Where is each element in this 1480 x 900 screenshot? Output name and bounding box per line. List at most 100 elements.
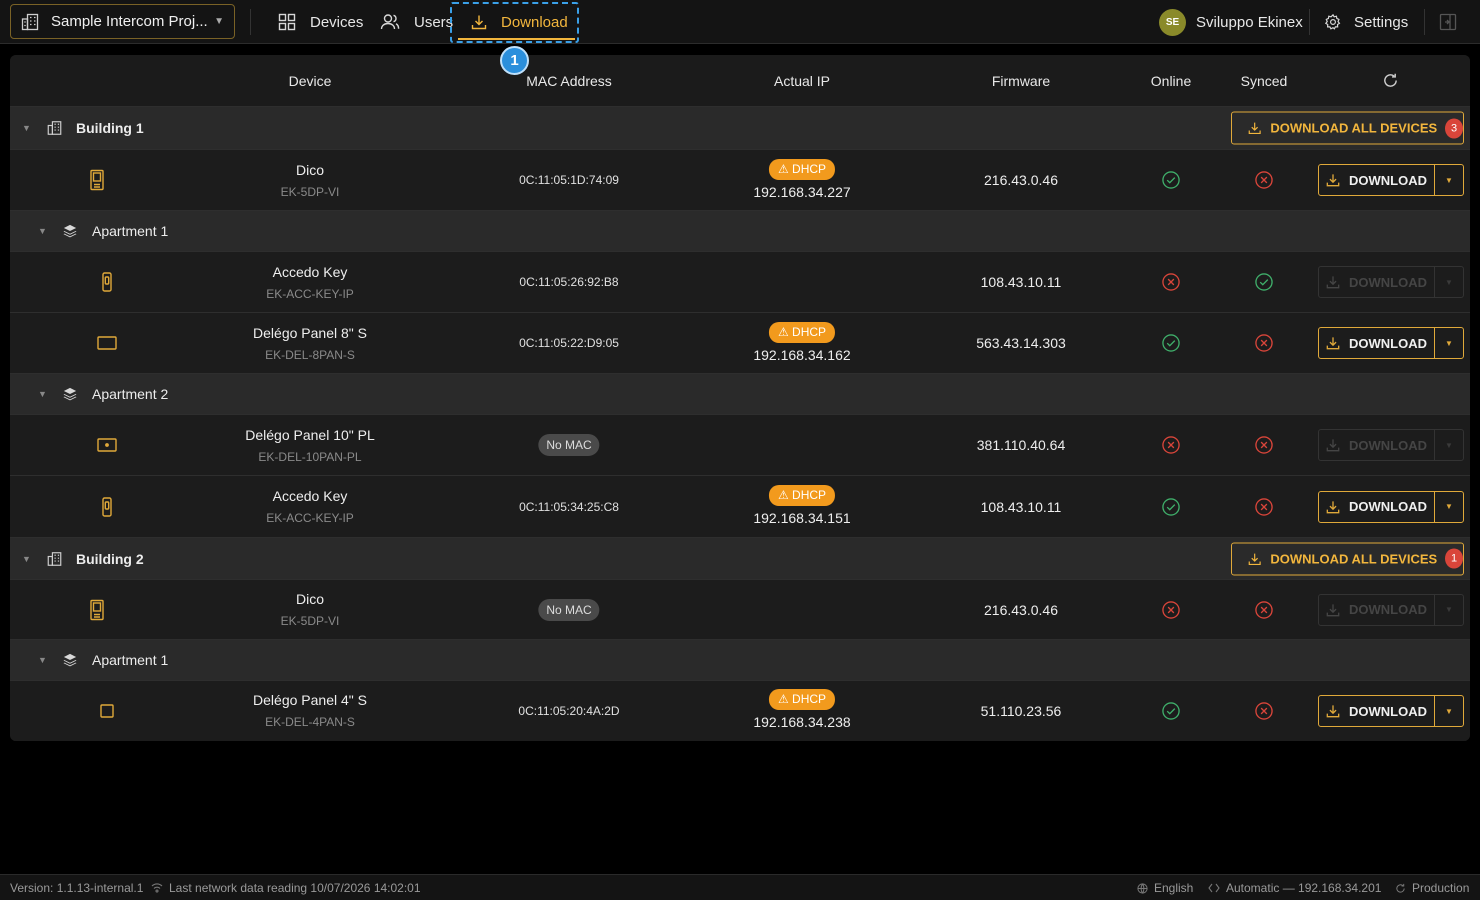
mac-address: 0C:11:05:26:92:B8 [519,275,619,289]
collapse-caret-icon[interactable]: ▼ [38,226,47,236]
download-icon [1326,500,1340,513]
table-header: Device MAC Address Actual IP Firmware On… [10,55,1470,107]
download-icon [1326,603,1340,616]
network-mode[interactable]: Automatic — 192.168.34.201 [1208,875,1381,900]
download-main[interactable]: DOWNLOAD [1319,328,1435,358]
chevron-down-icon[interactable]: ▼ [1435,176,1463,185]
download-all-label: DOWNLOAD ALL DEVICES [1270,551,1438,566]
table-row[interactable]: Accedo Key EK-ACC-KEY-IP 0C:11:05:34:25:… [10,476,1470,538]
device-model: EK-5DP-VI [280,185,340,199]
download-label: DOWNLOAD [1349,499,1427,514]
refresh-icon [1396,883,1405,893]
group-label: Apartment 1 [92,652,169,668]
project-name: Sample Intercom Proj... [51,13,208,30]
download-icon [1248,553,1261,565]
collapse-caret-icon[interactable]: ▼ [22,554,31,564]
refresh-icon[interactable] [1382,72,1399,89]
dhcp-badge: ⚠ DHCP [768,322,836,343]
download-button[interactable]: DOWNLOAD ▼ [1318,164,1464,196]
nav-devices[interactable]: Devices [278,0,363,44]
download-main[interactable]: DOWNLOAD [1319,491,1435,522]
download-main[interactable]: DOWNLOAD [1319,696,1435,726]
x-circle-icon [1162,436,1180,454]
download-all-devices-button[interactable]: DOWNLOAD ALL DEVICES 3 [1231,111,1464,145]
network-scan-icon [151,883,163,893]
environment[interactable]: Production [1395,875,1469,900]
chevron-down-icon[interactable]: ▼ [1435,339,1463,348]
user-menu[interactable]: SE Sviluppo Ekinex [1159,8,1303,36]
download-button[interactable]: DOWNLOAD ▼ [1318,490,1464,523]
ip-address: 192.168.34.151 [753,510,851,526]
table-row[interactable]: Delégo Panel 4" S EK-DEL-4PAN-S 0C:11:05… [10,681,1470,741]
collapse-caret-icon[interactable]: ▼ [22,123,31,133]
download-button[interactable]: DOWNLOAD ▼ [1318,695,1464,727]
group-row-apartment-2: ▼ Apartment 2 [10,374,1470,415]
check-circle-icon [1162,702,1180,720]
last-reading-text: Last network data reading 10/07/2026 14:… [169,881,421,895]
project-selector[interactable]: Sample Intercom Proj... ▼ [10,4,235,39]
no-mac-badge: No MAC [538,598,600,621]
check-circle-icon [1162,171,1180,189]
nav-users[interactable]: Users [380,0,453,44]
code-brackets-icon [1208,883,1220,893]
group-row-apartment-1: ▼ Apartment 1 [10,640,1470,681]
dhcp-badge: ⚠ DHCP [768,485,836,506]
panel-icon [97,336,117,350]
download-label: DOWNLOAD [1349,602,1427,617]
chevron-down-icon: ▼ [1445,277,1453,287]
layers-icon [63,224,77,238]
table-row[interactable]: Delégo Panel 8" S EK-DEL-8PAN-S 0C:11:05… [10,313,1470,374]
chevron-down-icon[interactable]: ▼ [1435,707,1463,716]
divider [1309,9,1310,35]
table-row[interactable]: Dico EK-5DP-VI No MAC 216.43.0.46 DOWNLO… [10,580,1470,640]
table-row[interactable]: Dico EK-5DP-VI 0C:11:05:1D:74:09 ⚠ DHCP … [10,150,1470,211]
version-text: Version: 1.1.13-internal.1 [10,881,144,895]
status-bar: Version: 1.1.13-internal.1 Last network … [0,874,1480,900]
firmware-version: 563.43.14.303 [976,335,1066,351]
download-button[interactable]: DOWNLOAD ▼ [1318,327,1464,359]
settings-button[interactable]: Settings [1324,0,1408,44]
chevron-down-icon: ▼ [1445,440,1453,450]
device-model: EK-DEL-8PAN-S [265,348,355,362]
chevron-down-icon[interactable]: ▼ [1435,502,1463,511]
building-icon [21,13,39,30]
x-circle-icon [1255,171,1273,189]
download-main: DOWNLOAD [1319,430,1435,460]
download-main: DOWNLOAD [1319,594,1435,625]
download-button: DOWNLOAD ▼ [1318,593,1464,626]
grid-icon [278,13,296,31]
table-row[interactable]: Accedo Key EK-ACC-KEY-IP 0C:11:05:26:92:… [10,252,1470,313]
divider [1424,9,1425,35]
download-label: DOWNLOAD [1349,335,1427,351]
devices-table: Device MAC Address Actual IP Firmware On… [10,55,1470,741]
ip-address: 192.168.34.238 [753,714,851,730]
highlight-box [450,2,579,43]
logout-icon[interactable] [1439,13,1457,31]
settings-label: Settings [1354,13,1409,31]
download-icon [1326,439,1340,452]
device-model: EK-ACC-KEY-IP [266,511,354,525]
collapse-caret-icon[interactable]: ▼ [38,655,47,665]
group-row-building-2: ▼ Building 2 DOWNLOAD ALL DEVICES 1 [10,538,1470,580]
download-main[interactable]: DOWNLOAD [1319,165,1435,195]
device-name: Accedo Key [272,264,348,280]
users-icon [380,14,400,30]
building-icon [47,121,62,135]
firmware-version: 216.43.0.46 [984,601,1058,618]
collapse-caret-icon[interactable]: ▼ [38,389,47,399]
device-name: Dico [295,162,325,178]
language-selector[interactable]: English [1137,875,1193,900]
firmware-version: 51.110.23.56 [980,703,1062,719]
download-all-devices-button[interactable]: DOWNLOAD ALL DEVICES 1 [1231,542,1464,575]
download-label: DOWNLOAD [1349,703,1427,719]
group-row-building-1: ▼ Building 1 DOWNLOAD ALL DEVICES 3 [10,107,1470,150]
dhcp-badge: ⚠ DHCP [768,159,836,180]
group-label: Building 1 [76,120,144,136]
device-model: EK-DEL-4PAN-S [265,715,355,729]
download-icon [1326,276,1340,289]
download-icon [1326,174,1340,187]
table-row[interactable]: Delégo Panel 10" PL EK-DEL-10PAN-PL No M… [10,415,1470,476]
col-synced: Synced [1240,73,1288,89]
firmware-version: 108.43.10.11 [980,274,1062,290]
step-badge: 1 [500,46,529,75]
